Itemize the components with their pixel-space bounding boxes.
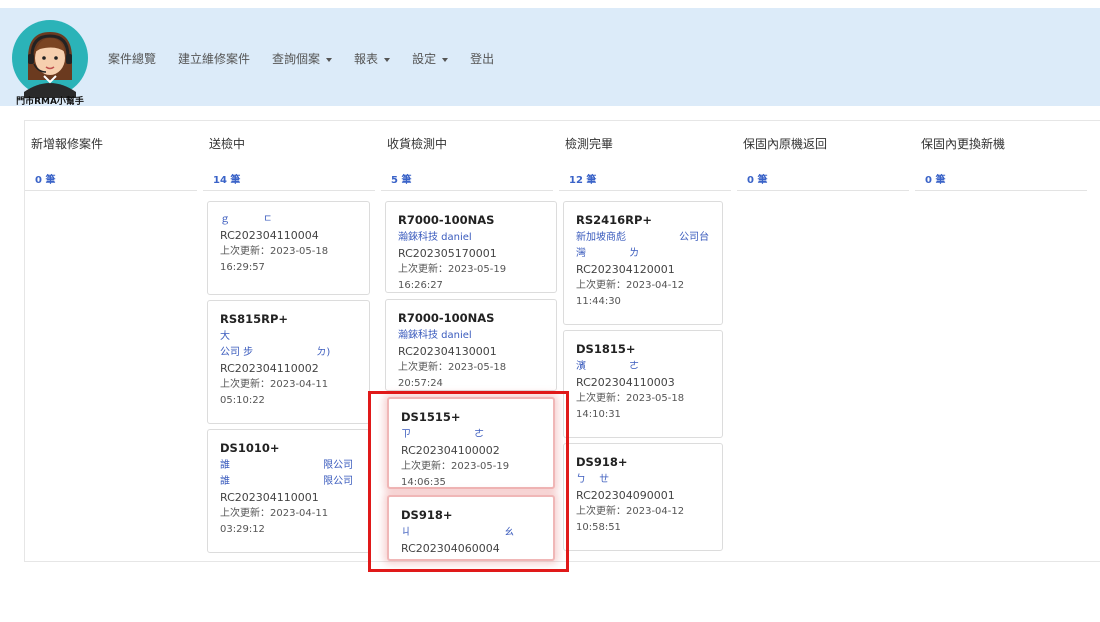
case-number: RC202304110001 <box>220 491 319 504</box>
case-model: DS1010+ <box>220 441 280 455</box>
case-updated: 上次更新：2023-04-12 11:44:30 <box>576 280 685 307</box>
case-number: RC202304110003 <box>576 376 675 389</box>
column-title: 檢測完畢 <box>565 137 614 151</box>
column-sent: 送檢中 14 筆 ｇ ㄷ RC202304110004 上次更新：2023-05… <box>203 121 375 561</box>
logo-text: 門市RMA小幫手 <box>16 97 84 107</box>
logo[interactable]: 門市RMA小幫手 <box>10 18 90 107</box>
divider <box>915 190 1087 191</box>
column-title: 收貨檢測中 <box>387 137 448 151</box>
column-count: 0 筆 <box>925 175 946 186</box>
case-card[interactable]: R7000-100NAS 瀚錸科技 daniel RC202304130001 … <box>385 299 557 391</box>
top-navbar: 門市RMA小幫手 案件總覽 建立維修案件 查詢個案 報表 設定 登出 <box>0 8 1100 107</box>
nav-query-label: 查詢個案 <box>272 52 321 66</box>
case-company: 誰 限公司 誰 限公司 <box>220 460 354 487</box>
case-card[interactable]: ｇ ㄷ RC202304110004 上次更新：2023-05-18 16:29… <box>207 201 370 295</box>
case-card[interactable]: RS2416RP+ 新加坡商彪 公司台 灣 ㄌ RC202304120001 上… <box>563 201 723 325</box>
case-company: ｇ ㄷ <box>220 214 273 225</box>
case-card[interactable]: DS1010+ 誰 限公司 誰 限公司 RC202304110001 上次更新：… <box>207 429 370 553</box>
column-count: 0 筆 <box>35 175 56 186</box>
column-title: 送檢中 <box>209 137 246 151</box>
column-count: 14 筆 <box>213 175 241 186</box>
case-updated: 上次更新：2023-04-12 10:58:51 <box>576 506 685 533</box>
nav-create-case[interactable]: 建立維修案件 <box>178 50 250 67</box>
case-model: DS1815+ <box>576 342 636 356</box>
nav-query-dropdown[interactable]: 查詢個案 <box>272 50 333 67</box>
avatar-logo-icon <box>12 20 88 98</box>
case-model: R7000-100NAS <box>398 311 495 325</box>
caret-down-icon <box>442 57 449 62</box>
nav-settings-label: 設定 <box>412 52 437 66</box>
case-model: RS815RP+ <box>220 312 289 326</box>
divider <box>25 190 197 191</box>
caret-down-icon <box>326 57 333 62</box>
case-model: RS2416RP+ <box>576 213 653 227</box>
case-card[interactable]: DS1815+ 濱 ㄜ RC202304110003 上次更新：2023-05-… <box>563 330 723 438</box>
column-warranty-return: 保固內原機返回 0 筆 <box>737 121 909 561</box>
column-count: 0 筆 <box>747 175 768 186</box>
divider <box>559 190 731 191</box>
column-warranty-replace: 保固內更換新機 0 筆 <box>915 121 1087 561</box>
case-updated: 上次更新：2023-05-19 16:26:27 <box>398 264 507 291</box>
case-model: DS918+ <box>576 455 628 469</box>
column-title: 保固內更換新機 <box>921 137 1006 151</box>
nav-overview[interactable]: 案件總覽 <box>108 50 156 67</box>
main-nav: 案件總覽 建立維修案件 查詢個案 報表 設定 登出 <box>108 50 516 67</box>
case-company: 瀚錸科技 daniel <box>398 330 472 341</box>
nav-logout[interactable]: 登出 <box>470 50 494 67</box>
case-company: 新加坡商彪 公司台 灣 ㄌ <box>576 232 710 259</box>
highlight-annotation-box <box>368 391 569 572</box>
column-new: 新增報修案件 0 筆 <box>25 121 197 561</box>
case-updated: 上次更新：2023-05-18 20:57:24 <box>398 362 507 389</box>
case-number: RC202304110002 <box>220 362 319 375</box>
column-count: 12 筆 <box>569 175 597 186</box>
divider <box>203 190 375 191</box>
nav-report-dropdown[interactable]: 報表 <box>354 50 391 67</box>
case-number: RC202305170001 <box>398 247 497 260</box>
divider <box>737 190 909 191</box>
case-company: 大 公司 步 ㄉ) <box>220 331 364 358</box>
case-card[interactable]: RS815RP+ 大 公司 步 ㄉ) RC202304110002 上次更新：2… <box>207 300 370 424</box>
nav-report-label: 報表 <box>354 52 379 66</box>
case-updated: 上次更新：2023-05-18 14:10:31 <box>576 393 685 420</box>
column-title: 新增報修案件 <box>31 137 104 151</box>
case-card[interactable]: DS918+ ㄅ ㄝ RC202304090001 上次更新：2023-04-1… <box>563 443 723 551</box>
caret-down-icon <box>384 57 391 62</box>
case-updated: 上次更新：2023-05-18 16:29:57 <box>220 246 329 273</box>
case-company: 濱 ㄜ <box>576 361 640 372</box>
case-number: RC202304110004 <box>220 229 319 242</box>
column-title: 保固內原機返回 <box>743 137 828 151</box>
case-company: ㄅ ㄝ <box>576 474 610 485</box>
case-updated: 上次更新：2023-04-11 05:10:22 <box>220 379 329 406</box>
case-model: R7000-100NAS <box>398 213 495 227</box>
case-number: RC202304120001 <box>576 263 675 276</box>
case-number: RC202304130001 <box>398 345 497 358</box>
divider <box>381 190 553 191</box>
case-number: RC202304090001 <box>576 489 675 502</box>
nav-settings-dropdown[interactable]: 設定 <box>412 50 449 67</box>
case-company: 瀚錸科技 daniel <box>398 232 472 243</box>
column-tested: 檢測完畢 12 筆 RS2416RP+ 新加坡商彪 公司台 灣 ㄌ RC2023… <box>559 121 731 561</box>
column-count: 5 筆 <box>391 175 412 186</box>
case-updated: 上次更新：2023-04-11 03:29:12 <box>220 508 329 535</box>
case-card[interactable]: R7000-100NAS 瀚錸科技 daniel RC202305170001 … <box>385 201 557 293</box>
